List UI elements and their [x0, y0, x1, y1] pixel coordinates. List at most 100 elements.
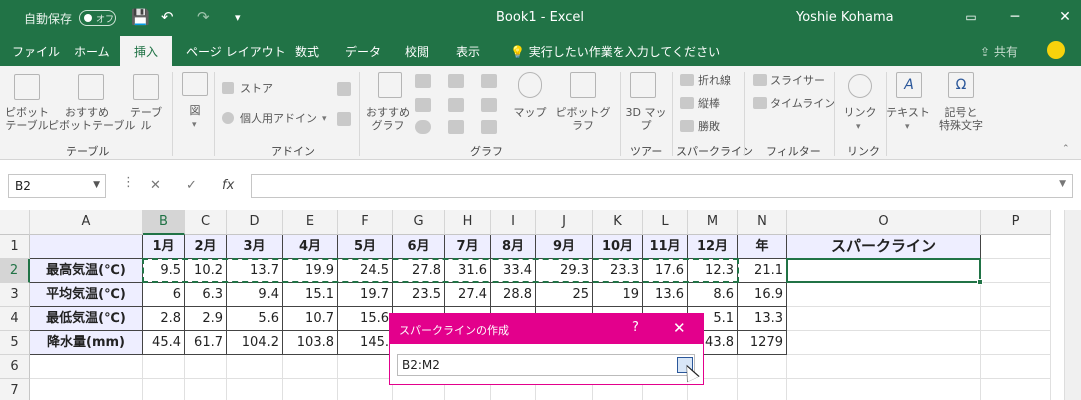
sparkline-column-button[interactable]: 縦棒 — [698, 97, 720, 110]
hierarchy-chart-icon[interactable] — [448, 74, 464, 88]
cell-h2[interactable]: 31.6 — [445, 259, 491, 283]
cell-p6[interactable] — [981, 355, 1051, 379]
cell-n1[interactable]: 年 — [738, 235, 787, 259]
cell-c6[interactable] — [185, 355, 227, 379]
name-box[interactable]: B2 ▼ — [8, 174, 106, 198]
personal-addins-button[interactable]: 個人用アドイン — [240, 112, 317, 125]
column-header-n[interactable]: N — [738, 210, 787, 235]
cell-a4[interactable]: 最低気温(℃) — [30, 307, 143, 331]
cell-p1[interactable] — [981, 235, 1051, 259]
cell-c4[interactable]: 2.9 — [185, 307, 227, 331]
tab-file[interactable]: ファイル — [12, 43, 60, 60]
recommended-charts-button[interactable]: おすすめ グラフ — [362, 106, 414, 132]
column-header-f[interactable]: F — [338, 210, 393, 235]
cell-a3[interactable]: 平均気温(℃) — [30, 283, 143, 307]
cell-m2[interactable]: 12.3 — [688, 259, 738, 283]
cell-d7[interactable] — [227, 379, 283, 400]
column-header-m[interactable]: M — [688, 210, 738, 235]
dialog-close-button[interactable]: ✕ — [673, 319, 686, 337]
cell-p2[interactable] — [981, 259, 1051, 283]
recommended-pivot-button[interactable]: おすすめ ピボットテーブル — [48, 106, 135, 132]
redo-icon[interactable]: ↷ — [197, 8, 210, 26]
pie-chart-icon[interactable] — [415, 120, 431, 134]
row-header-2[interactable]: 2 — [0, 259, 30, 283]
select-all-corner[interactable] — [0, 210, 30, 235]
cell-a5[interactable]: 降水量(mm) — [30, 331, 143, 355]
illustrations-button[interactable]: 図 — [180, 104, 210, 117]
cell-p5[interactable] — [981, 331, 1051, 355]
enter-icon[interactable]: ✓ — [186, 178, 197, 193]
cell-b2[interactable]: 9.5 — [143, 259, 185, 283]
cell-k3[interactable]: 19 — [593, 283, 643, 307]
cell-c1[interactable]: 2月 — [185, 235, 227, 259]
share-button[interactable]: ⇪ 共有 — [980, 43, 1018, 60]
cell-g2[interactable]: 27.8 — [393, 259, 445, 283]
cell-n4[interactable]: 13.3 — [738, 307, 787, 331]
table-button[interactable]: テーブル — [126, 106, 166, 132]
cell-l2[interactable]: 17.6 — [643, 259, 688, 283]
text-button[interactable]: テキスト — [886, 106, 930, 119]
bing-maps-icon[interactable] — [337, 82, 351, 96]
cell-a6[interactable] — [30, 355, 143, 379]
cell-b1[interactable]: 1月 — [143, 235, 185, 259]
cell-h1[interactable]: 7月 — [445, 235, 491, 259]
minimize-button[interactable]: ─ — [1000, 6, 1030, 28]
row-header-1[interactable]: 1 — [0, 235, 30, 259]
column-header-k[interactable]: K — [593, 210, 643, 235]
column-chart-icon[interactable] — [415, 74, 431, 88]
cell-d1[interactable]: 3月 — [227, 235, 283, 259]
dialog-title-bar[interactable]: スパークラインの作成 ? ✕ — [390, 314, 703, 344]
column-header-p[interactable]: P — [981, 210, 1051, 235]
line-chart-icon[interactable] — [415, 98, 431, 112]
cell-l1[interactable]: 11月 — [643, 235, 688, 259]
cell-e7[interactable] — [283, 379, 338, 400]
column-header-h[interactable]: H — [445, 210, 491, 235]
cell-n3[interactable]: 16.9 — [738, 283, 787, 307]
save-icon[interactable]: 💾 — [131, 8, 150, 26]
formula-input[interactable]: ▼ — [251, 174, 1073, 198]
pivot-chart-button[interactable]: ピボットグラフ — [552, 106, 614, 132]
cell-h3[interactable]: 27.4 — [445, 283, 491, 307]
tab-data[interactable]: データ — [345, 43, 381, 60]
column-header-e[interactable]: E — [283, 210, 338, 235]
sparkline-winloss-button[interactable]: 勝敗 — [698, 120, 720, 133]
tab-home[interactable]: ホーム — [74, 43, 110, 60]
symbols-button[interactable]: 記号と 特殊文字 — [930, 106, 992, 132]
tell-me-search[interactable]: 💡 実行したい作業を入力してください — [510, 43, 720, 60]
cell-a1[interactable] — [30, 235, 143, 259]
autosave-toggle[interactable]: オフ — [79, 10, 116, 26]
cell-a2[interactable]: 最高気温(℃) — [30, 259, 143, 283]
column-header-o[interactable]: O — [787, 210, 981, 235]
cell-f4[interactable]: 15.6 — [338, 307, 393, 331]
cell-b6[interactable] — [143, 355, 185, 379]
cell-b4[interactable]: 2.8 — [143, 307, 185, 331]
help-button[interactable]: ? — [632, 320, 639, 335]
cell-n2[interactable]: 21.1 — [738, 259, 787, 283]
cell-c5[interactable]: 61.7 — [185, 331, 227, 355]
cell-f1[interactable]: 5月 — [338, 235, 393, 259]
cell-d4[interactable]: 5.6 — [227, 307, 283, 331]
smiley-feedback-icon[interactable] — [1047, 41, 1065, 59]
insert-function-icon[interactable]: fx — [222, 178, 234, 193]
collapse-ribbon-icon[interactable]: ⌃ — [1062, 144, 1070, 154]
cell-m1[interactable]: 12月 — [688, 235, 738, 259]
tab-page-layout[interactable]: ページ レイアウト — [186, 43, 286, 60]
cell-j1[interactable]: 9月 — [536, 235, 593, 259]
cell-k2[interactable]: 23.3 — [593, 259, 643, 283]
undo-icon[interactable]: ↶ — [161, 8, 174, 26]
cell-d6[interactable] — [227, 355, 283, 379]
tab-review[interactable]: 校閲 — [405, 43, 429, 60]
waterfall-chart-icon[interactable] — [448, 98, 464, 112]
cell-p7[interactable] — [981, 379, 1051, 400]
cell-o1[interactable]: スパークライン — [787, 235, 981, 259]
cell-f7[interactable] — [338, 379, 393, 400]
map-button[interactable]: マップ — [512, 106, 548, 119]
expand-formula-icon[interactable]: ▼ — [1059, 179, 1066, 189]
user-name[interactable]: Yoshie Kohama — [796, 10, 894, 25]
cell-p4[interactable] — [981, 307, 1051, 331]
tab-view[interactable]: 表示 — [456, 43, 480, 60]
cell-d5[interactable]: 104.2 — [227, 331, 283, 355]
cell-c2[interactable]: 10.2 — [185, 259, 227, 283]
chevron-down-icon[interactable]: ▼ — [93, 180, 100, 190]
cell-j3[interactable]: 25 — [536, 283, 593, 307]
